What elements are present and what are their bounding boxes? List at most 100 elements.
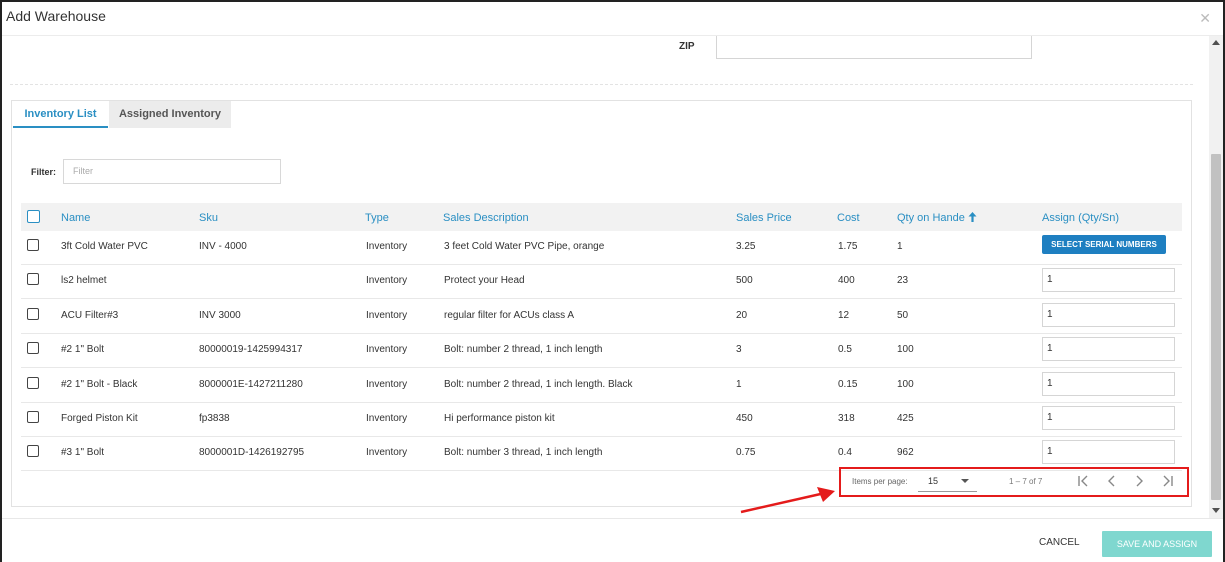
chevron-down-icon	[961, 479, 969, 483]
first-page-icon[interactable]	[1074, 472, 1092, 490]
cell-type: Inventory	[366, 447, 408, 459]
assign-qty-input[interactable]: 1	[1042, 406, 1175, 430]
save-and-assign-button[interactable]: SAVE AND ASSIGN	[1102, 531, 1212, 557]
dialog-title: Add Warehouse	[6, 8, 106, 24]
items-per-page-select[interactable]: 15	[918, 470, 977, 492]
assign-qty-input[interactable]: 1	[1042, 302, 1175, 327]
scroll-down-icon[interactable]	[1212, 508, 1220, 513]
cell-cost: 0.5	[838, 344, 852, 356]
prev-page-icon[interactable]	[1102, 472, 1120, 490]
scroll-up-icon[interactable]	[1212, 40, 1220, 45]
row-checkbox[interactable]	[27, 342, 39, 355]
items-per-page-value: 15	[928, 476, 939, 486]
cell-sku: 8000001E-1427211280	[199, 378, 303, 390]
row-checkbox[interactable]	[27, 307, 39, 320]
scrollbar-thumb[interactable]	[1211, 154, 1221, 500]
row-checkbox[interactable]	[27, 239, 39, 251]
column-header-qty-on-hand[interactable]: Qty on Hande	[897, 212, 977, 224]
cell-cost: 400	[838, 275, 855, 287]
cell-name: Forged Piston Kit	[61, 413, 138, 424]
cell-sku: 80000019-1425994317	[199, 344, 303, 356]
cell-name: ls2 helmet	[61, 275, 107, 287]
filter-label: Filter:	[31, 167, 57, 177]
cell-sku: INV - 4000	[199, 241, 247, 252]
cell-desc: Protect your Head	[444, 275, 525, 287]
row-checkbox[interactable]	[27, 273, 39, 286]
cell-type: Inventory	[366, 378, 408, 390]
cell-type: Inventory	[366, 344, 408, 356]
cell-qty: 50	[897, 309, 909, 321]
cell-name: #3 1" Bolt	[61, 447, 105, 459]
cell-price: 3.25	[736, 241, 756, 252]
column-header-cost[interactable]: Cost	[837, 212, 860, 224]
cell-price: 3	[736, 344, 742, 356]
cell-cost: 12	[838, 309, 850, 321]
column-header-assign: Assign (Qty/Sn)	[1042, 212, 1120, 224]
filter-input[interactable]: Filter	[63, 159, 281, 184]
table-row: ls2 helmet Inventory Protect your Head 500 4…	[21, 265, 1182, 300]
page-range: 1 – 7 of 7	[1009, 477, 1043, 486]
assign-qty-input[interactable]: 1	[1042, 371, 1175, 396]
cell-desc: Bolt: number 3 thread, 1 inch length	[444, 447, 603, 459]
cell-qty: 962	[897, 447, 914, 459]
column-header-type[interactable]: Type	[365, 212, 389, 224]
next-page-icon[interactable]	[1131, 472, 1149, 490]
cell-qty: 100	[897, 378, 914, 390]
annotation-arrow	[740, 487, 835, 514]
table-row: #2 1" Bolt 80000019-1425994317 Inventory Bo…	[21, 334, 1182, 369]
cell-desc: 3 feet Cold Water PVC Pipe, orange	[444, 241, 605, 252]
select-serial-numbers-button[interactable]: SELECT SERIAL NUMBERS	[1042, 235, 1166, 254]
section-divider	[10, 84, 1193, 85]
table-header: Name Sku Type Sales Description Sales Pr…	[21, 203, 1182, 231]
cell-desc: Bolt: number 2 thread, 1 inch length	[444, 344, 603, 356]
vertical-scrollbar[interactable]	[1209, 36, 1223, 518]
cell-name: ACU Filter#3	[61, 309, 119, 321]
zip-input[interactable]	[716, 36, 1032, 59]
cell-type: Inventory	[366, 241, 408, 252]
cell-sku: INV 3000	[199, 309, 241, 321]
table-row: 3ft Cold Water PVC INV - 4000 Inventory 3 f…	[21, 231, 1182, 265]
paginator: Items per page: 15 1 – 7 of 7	[839, 467, 1189, 497]
column-header-name[interactable]: Name	[61, 212, 90, 224]
cell-price: 500	[736, 275, 753, 287]
row-checkbox[interactable]	[27, 411, 39, 423]
cell-qty: 425	[897, 413, 914, 424]
cell-cost: 318	[838, 413, 855, 424]
cell-qty: 100	[897, 344, 914, 356]
cancel-button[interactable]: CANCEL	[1039, 537, 1080, 548]
column-header-sales-description[interactable]: Sales Description	[443, 212, 529, 224]
dialog-title-bar: Add Warehouse ✕	[2, 2, 1223, 36]
tab-assigned-inventory[interactable]: Assigned Inventory	[109, 101, 231, 128]
cell-sku: fp3838	[199, 413, 230, 424]
cell-price: 20	[736, 309, 748, 321]
cell-cost: 0.15	[838, 378, 858, 390]
row-checkbox[interactable]	[27, 445, 39, 458]
cell-type: Inventory	[366, 309, 408, 321]
cell-price: 0.75	[736, 447, 756, 459]
items-per-page-label: Items per page:	[852, 477, 908, 486]
cell-name: 3ft Cold Water PVC	[61, 241, 148, 252]
cell-desc: regular filter for ACUs class A	[444, 309, 575, 321]
column-header-sales-price[interactable]: Sales Price	[736, 212, 792, 224]
assign-qty-input[interactable]: 1	[1042, 440, 1175, 465]
assign-qty-input[interactable]: 1	[1042, 268, 1175, 293]
last-page-icon[interactable]	[1159, 472, 1177, 490]
cell-desc: Bolt: number 2 thread, 1 inch length. Bl…	[444, 378, 633, 390]
inventory-panel: Inventory List Assigned Inventory Filter…	[11, 100, 1192, 507]
table-row: #2 1" Bolt - Black 8000001E-1427211280 Inv…	[21, 369, 1182, 403]
cell-cost: 0.4	[838, 447, 852, 459]
cell-type: Inventory	[366, 275, 408, 287]
row-checkbox[interactable]	[27, 376, 39, 389]
close-icon[interactable]: ✕	[1199, 10, 1211, 27]
dialog-footer: CANCEL SAVE AND ASSIGN	[2, 518, 1223, 562]
column-header-sku[interactable]: Sku	[199, 212, 218, 224]
cell-desc: Hi performance piston kit	[444, 413, 555, 424]
tab-inventory-list[interactable]: Inventory List	[13, 101, 108, 128]
cell-qty: 23	[897, 275, 909, 287]
cell-price: 1	[736, 378, 742, 390]
arrow-up-icon	[968, 212, 977, 222]
assign-qty-input[interactable]: 1	[1042, 337, 1175, 362]
select-all-checkbox[interactable]	[27, 210, 40, 223]
cell-name: #2 1" Bolt - Black	[61, 378, 138, 390]
column-header-qty-label: Qty on Hande	[897, 212, 965, 224]
